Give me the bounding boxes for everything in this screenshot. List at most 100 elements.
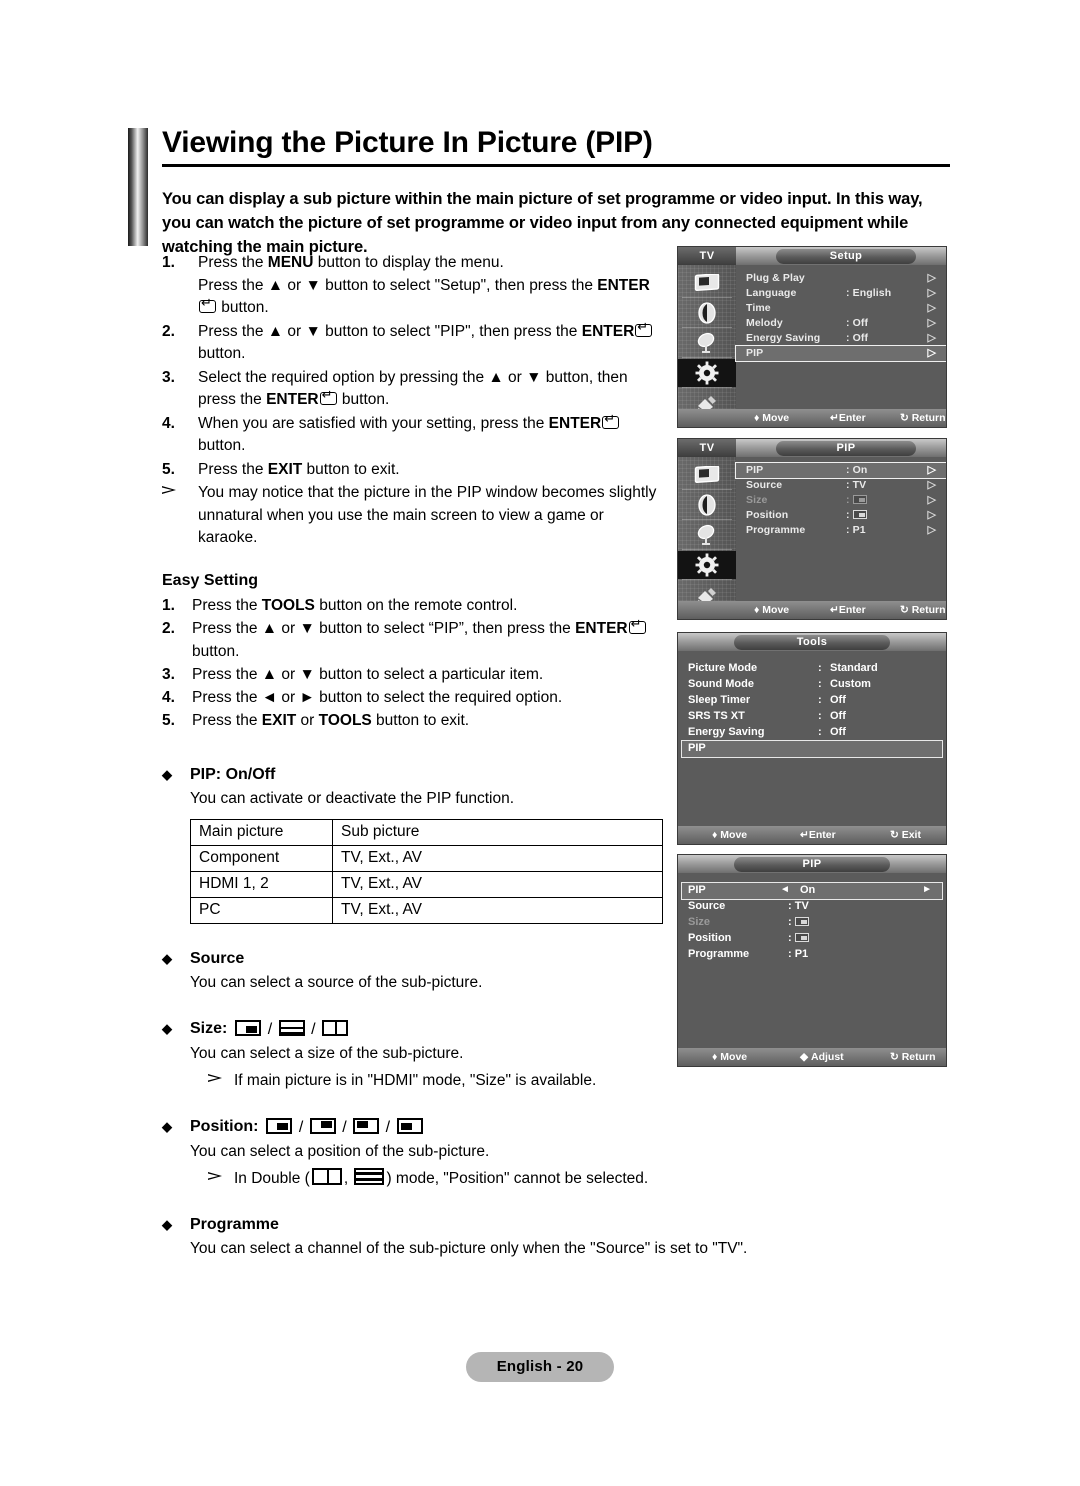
step-keyword: ENTER [597,276,650,294]
easy-text-part: button to exit. [371,711,470,729]
section-title: Size: [190,1020,228,1037]
tools-row-value: Off [830,694,846,706]
sidebar-item-sound[interactable] [678,299,736,327]
tools-row-colon: : [818,710,822,722]
position-top-left-icon [353,1117,380,1134]
easy-text: Press the EXIT or TOOLS button to exit. [192,709,662,732]
osd-row-value: : English [846,287,892,299]
hint-exit-label: Exit [901,829,921,841]
osd-source-label: TV [678,247,736,265]
osd-row-size[interactable]: Size : ▷ [736,493,946,508]
step-text: Select the required option by pressing t… [198,367,662,412]
osd-row-position[interactable]: Position : ▷ [736,508,946,523]
tools-row-srs-ts-xt[interactable]: SRS TS XT : Off [678,709,946,725]
title-accent-bar [128,128,148,246]
tools-row-pip[interactable]: PIP [681,740,943,758]
tools-row-value: Off [830,710,846,722]
osd-sidebar [678,457,736,605]
osd-row-pip[interactable]: PIP : On ▷ [735,462,946,479]
step-number: 3. [162,368,175,386]
tools-row-sound-mode[interactable]: Sound Mode : Custom [678,677,946,693]
chevron-right-icon: ▷ [927,302,936,314]
osd-row-melody[interactable]: Melody : Off ▷ [736,316,946,331]
step-keyword: ENTER [266,391,319,408]
step-item: 3. Select the required option by pressin… [162,367,662,412]
double-window-horizontal-icon [354,1167,385,1185]
easy-item: 5. Press the EXIT or TOOLS button to exi… [162,709,662,732]
section-heading: ◆ Programme [162,1216,662,1234]
hint-return-label: Return [911,412,946,424]
osd-tab-pip[interactable]: PIP [776,441,916,456]
sidebar-item-channel[interactable] [678,521,736,549]
pip-adjust-row-size[interactable]: Size : [678,915,946,931]
steps-list: 1. Press the MENU button to display the … [162,252,662,481]
diamond-bullet-icon: ◆ [162,1216,172,1232]
table-cell: PC [190,896,333,924]
enter-icon [199,296,216,313]
pip-adjust-row-pip[interactable]: PIP ◄ On ► [681,882,943,900]
section-title: Programme [190,1215,279,1233]
osd-row-time[interactable]: Time ▷ [736,301,946,316]
step-text-part: Press the [198,460,268,478]
easy-text: Press the ▲ or ▼ button to select a part… [192,665,544,683]
tools-row-sleep-timer[interactable]: Sleep Timer : Off [678,693,946,709]
osd-row-label: Melody [746,317,783,329]
sidebar-divider [682,579,732,580]
osd-tab-tools[interactable]: Tools [734,635,890,650]
osd-tab-setup[interactable]: Setup [776,249,916,264]
hint-move-label: Move [720,829,748,841]
osd-row-language[interactable]: Language : English ▷ [736,286,946,301]
position-bottom-right-icon [266,1117,293,1134]
chevron-right-icon: ▷ [927,479,936,491]
table-cell: TV, Ext., AV [332,870,663,898]
osd-titlebar: PIP [678,855,946,873]
tools-row-label: Sound Mode [688,678,754,690]
easy-text-part: button on the remote control. [314,596,518,614]
pip-adjust-row-source[interactable]: Source : TV [678,899,946,915]
easy-item: 1. Press the TOOLS button on the remote … [162,594,662,617]
tools-row-picture-mode[interactable]: Picture Mode : Standard [678,661,946,677]
sidebar-item-channel[interactable] [678,329,736,357]
osd-body: PIP ◄ On ► Source : TV Size : Position :… [678,873,946,1048]
sidebar-divider [682,549,732,550]
enter-icon [628,617,646,634]
pip-adjust-row-value: : [788,932,809,944]
hint-return: ↻ Return [900,412,946,424]
sidebar-item-picture[interactable] [678,269,736,297]
pip-source-table: Main picture Sub picture Component TV, E… [190,818,663,924]
pip-adjust-row-position[interactable]: Position : [678,931,946,947]
osd-row-value: : [846,494,867,506]
hint-enter-label: Enter [838,412,866,424]
sidebar-item-sound[interactable] [678,491,736,519]
page-title: Viewing the Picture In Picture (PIP) [162,126,653,159]
step-text-part: button to display the menu. [313,254,504,271]
adjust-right-arrow-icon[interactable]: ► [922,884,932,895]
page-header: Viewing the Picture In Picture (PIP) You… [128,126,950,259]
osd-row-plug-and-play[interactable]: Plug & Play ▷ [736,271,946,286]
position-bottom-right-icon [852,510,867,519]
easy-number: 1. [162,596,175,614]
osd-row-energy-saving[interactable]: Energy Saving : Off ▷ [736,331,946,346]
osd-row-label: Plug & Play [746,272,805,284]
section-heading: ◆ PIP: On/Off [162,766,662,784]
table-cell: HDMI 1, 2 [190,870,333,898]
osd-row-programme[interactable]: Programme : P1 ▷ [736,523,946,538]
section-position: ◆ Position: / / / You can select a posit… [162,1117,662,1190]
osd-row-pip[interactable]: PIP ▷ [735,345,946,362]
table-header-row: Main picture Sub picture [190,818,663,846]
osd-row-source[interactable]: Source : TV ▷ [736,478,946,493]
sidebar-item-picture[interactable] [678,461,736,489]
chevron-right-icon: ▷ [927,317,936,329]
pip-adjust-row-programme[interactable]: Programme : P1 [678,947,946,963]
sidebar-item-setup[interactable] [678,551,736,579]
chevron-right-icon: ▷ [927,524,936,536]
sidebar-item-setup[interactable] [678,359,736,387]
adjust-left-arrow-icon[interactable]: ◄ [780,884,790,895]
osd-row-value: : Off [846,317,869,329]
osd-tab-pip[interactable]: PIP [734,857,890,872]
position-top-right-icon [309,1117,336,1134]
tools-row-colon: : [818,678,822,690]
easy-setting-list: 1. Press the TOOLS button on the remote … [162,594,662,732]
tools-row-energy-saving[interactable]: Energy Saving : Off [678,725,946,741]
pip-adjust-row-label: Size [688,916,711,928]
